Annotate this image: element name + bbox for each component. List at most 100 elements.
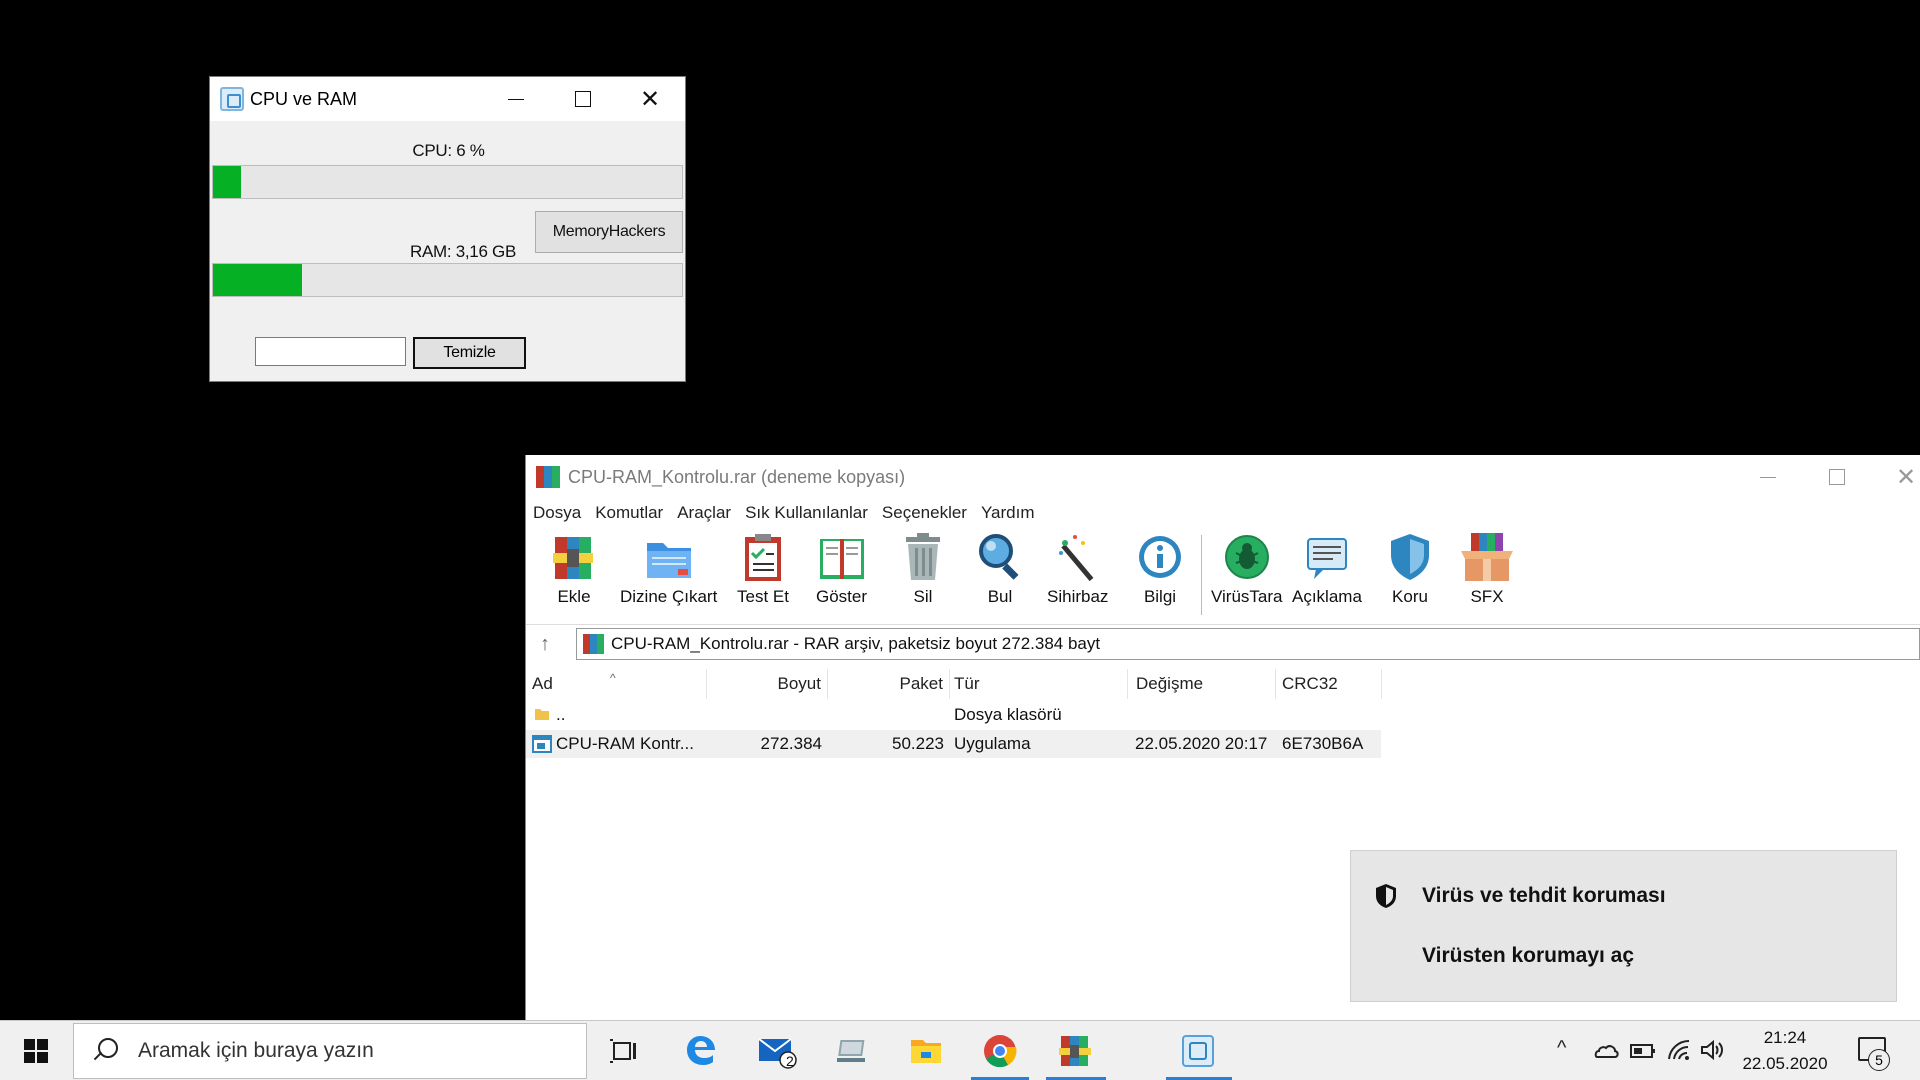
onedrive-icon[interactable] [1591,1041,1619,1059]
up-arrow-icon[interactable]: ↑ [540,633,550,656]
view-book-icon [817,531,867,583]
cpu-ram-taskbar-icon[interactable] [1173,1029,1223,1073]
info-icon [1135,531,1185,583]
memoryhackers-button[interactable]: MemoryHackers [535,211,683,253]
virus-scan-icon [1222,531,1272,583]
wifi-icon[interactable] [1667,1039,1691,1061]
column-header-label: Paket [899,674,943,693]
search-box[interactable]: Aramak için buraya yazın [73,1023,587,1079]
volume-icon[interactable] [1700,1039,1726,1061]
cell-type: Uygulama [954,734,1031,753]
tool-label: VirüsTara [1211,587,1283,606]
address-text: CPU-RAM_Kontrolu.rar - RAR arşiv, pakets… [611,634,1101,653]
task-view-icon[interactable] [602,1029,646,1073]
menu-sik-kullanilanlar[interactable]: Sık Kullanılanlar [745,503,868,523]
tool-label: Sil [913,587,933,606]
tool-virustara[interactable]: VirüsTara [1211,531,1283,617]
column-header-degisme[interactable]: Değişme [1128,669,1276,699]
search-placeholder: Aramak için buraya yazın [138,1039,374,1062]
tool-sil[interactable]: Sil [898,531,948,617]
column-header-crc32[interactable]: CRC32 [1276,669,1382,699]
shield-icon [1376,884,1396,908]
winrar-titlebar[interactable]: CPU-RAM_Kontrolu.rar (deneme kopyası) ✕ [526,455,1920,499]
folder-icon [535,709,549,720]
mail-icon[interactable]: 2 [755,1029,799,1073]
file-explorer-icon[interactable] [904,1029,948,1073]
tool-aciklama[interactable]: Açıklama [1292,531,1362,617]
cpu-window-titlebar[interactable]: CPU ve RAM ✕ [210,77,685,121]
column-header-label: Ad [532,674,553,693]
tool-label: Sihirbaz [1047,587,1109,606]
chrome-icon[interactable] [978,1029,1022,1073]
close-button[interactable]: ✕ [615,77,685,121]
menu-komutlar[interactable]: Komutlar [595,503,663,523]
sort-ascending-icon: ^ [610,671,616,685]
winrar-close-button[interactable]: ✕ [1871,455,1920,499]
tool-bul[interactable]: Bul [975,531,1025,617]
start-button[interactable] [0,1021,72,1080]
winrar-title: CPU-RAM_Kontrolu.rar (deneme kopyası) [568,466,906,487]
column-header-tur[interactable]: Tür [950,669,1128,699]
tool-koru[interactable]: Koru [1385,531,1435,617]
notification-action[interactable]: Virüsten korumayı aç [1422,944,1634,968]
cell-packed: 50.223 [892,734,944,753]
clock-time: 21:24 [1763,1028,1807,1047]
ram-progress-fill [213,264,303,296]
column-header-boyut[interactable]: Boyut [707,669,828,699]
tool-goster[interactable]: Göster [816,531,867,617]
cell-modified: 22.05.2020 20:17 [1135,734,1268,753]
clock-date: 22.05.2020 [1742,1054,1828,1073]
menu-yardim[interactable]: Yardım [981,503,1035,523]
text-input[interactable] [255,337,406,366]
extract-folder-icon [644,531,694,583]
tool-label: Açıklama [1292,587,1362,606]
ram-progress-bar [212,263,683,297]
cell-name: .. [556,705,566,724]
table-row[interactable]: .. Dosya klasörü [526,701,1381,729]
column-header-paket[interactable]: Paket [828,669,950,699]
security-notification[interactable]: Virüs ve tehdit koruması Virüsten koruma… [1350,850,1897,1002]
tool-test-et[interactable]: Test Et [737,531,789,617]
edge-browser-icon[interactable] [678,1029,722,1073]
winrar-minimize-button[interactable] [1733,455,1803,499]
minimize-button[interactable] [481,77,551,121]
taskbar: Aramak için buraya yazın 2 ^ 21:24 22.05… [0,1020,1920,1080]
network-computer-icon[interactable] [831,1029,875,1073]
tool-label: Bilgi [1143,587,1177,606]
show-hidden-icons-icon[interactable]: ^ [1557,1037,1566,1060]
cpu-progress-bar [212,165,683,199]
table-row[interactable]: CPU-RAM Kontr... 272.384 50.223 Uygulama… [526,730,1381,758]
toolbar-separator [1201,535,1202,615]
maximize-button[interactable] [548,77,618,121]
trash-icon [898,531,948,583]
column-header-label: CRC32 [1282,674,1338,693]
menu-araclar[interactable]: Araçlar [677,503,731,523]
add-archive-icon [549,531,599,583]
tool-label: Koru [1392,587,1428,606]
column-header-label: Tür [954,674,980,693]
tool-bilgi[interactable]: Bilgi [1135,531,1185,617]
cpu-label: CPU: 6 % [412,141,485,160]
cpu-progress-fill [213,166,242,198]
cpu-app-icon [220,87,244,111]
winrar-maximize-button[interactable] [1802,455,1872,499]
column-header-ad[interactable]: Ad ^ [526,669,707,699]
clean-button[interactable]: Temizle [413,337,526,369]
winrar-taskbar-icon[interactable] [1053,1029,1097,1073]
tool-ekle[interactable]: Ekle [549,531,599,617]
menu-secenekler[interactable]: Seçenekler [882,503,967,523]
address-field[interactable]: CPU-RAM_Kontrolu.rar - RAR arşiv, pakets… [576,628,1920,660]
archive-icon [583,634,605,654]
tool-label: Test Et [737,587,789,606]
windows-logo-icon [24,1039,48,1063]
clock[interactable]: 21:24 22.05.2020 [1735,1025,1835,1077]
cpu-ram-window: CPU ve RAM ✕ CPU: 6 % MemoryHackers RAM:… [209,76,686,382]
tool-dizine-cikart[interactable]: Dizine Çıkart [620,531,717,617]
menu-dosya[interactable]: Dosya [533,503,581,523]
tool-sfx[interactable]: SFX [1457,531,1517,617]
notification-count-badge: 5 [1868,1049,1890,1071]
battery-icon[interactable] [1630,1043,1656,1059]
tool-sihirbaz[interactable]: Sihirbaz [1047,531,1108,617]
sfx-box-icon [1457,531,1517,583]
cell-crc: 6E730B6A [1282,734,1364,753]
